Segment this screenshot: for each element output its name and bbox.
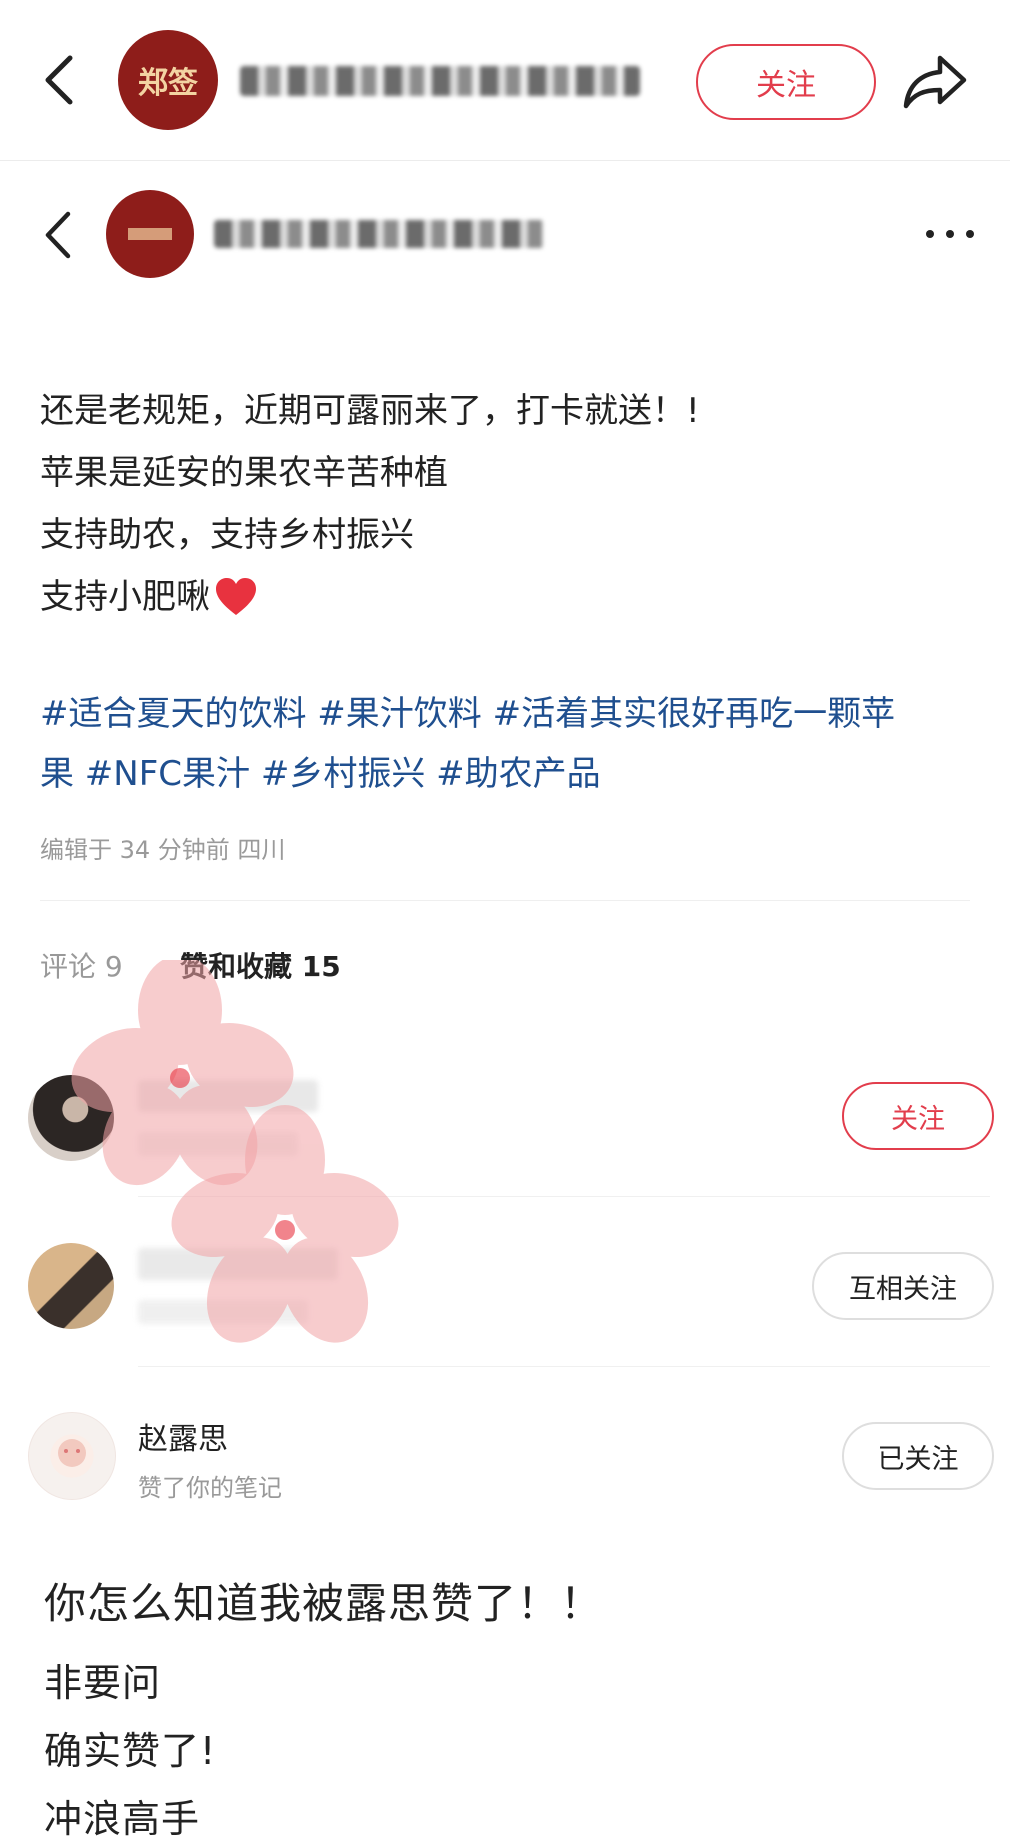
more-options-icon[interactable] bbox=[922, 222, 978, 246]
caption-answer: 冲浪高手 bbox=[44, 1797, 201, 1841]
brand-mark-icon bbox=[128, 228, 172, 240]
brand-avatar[interactable]: 郑签 bbox=[118, 30, 218, 130]
user-avatar[interactable] bbox=[28, 1075, 114, 1161]
row-divider bbox=[138, 1366, 990, 1367]
user-name[interactable]: 赵露思 bbox=[138, 1414, 228, 1458]
blurred-account-name bbox=[240, 66, 640, 96]
hashtag-line[interactable]: #适合夏天的饮料 #果汁饮料 #活着其实很好再吃一颗苹 bbox=[40, 684, 980, 744]
inner-back-button[interactable] bbox=[28, 205, 88, 265]
mutual-follow-button[interactable]: 互相关注 bbox=[812, 1252, 994, 1320]
tab-likes-and-favorites[interactable]: 赞和收藏 15 bbox=[180, 945, 341, 985]
post-line-with-heart: 支持小肥啾 bbox=[40, 566, 700, 628]
blossom-sticker-icon bbox=[71, 960, 399, 1343]
chevron-left-icon bbox=[45, 55, 73, 105]
inner-brand-avatar[interactable] bbox=[106, 190, 194, 278]
caption-answer: 确实赞了! bbox=[44, 1729, 217, 1773]
following-button-label: 已关注 bbox=[877, 1443, 959, 1475]
row-divider bbox=[138, 1196, 990, 1197]
avatar-illustration-icon bbox=[58, 1439, 86, 1467]
heart-icon bbox=[216, 578, 256, 615]
post-line: 支持助农，支持乡村振兴 bbox=[40, 515, 414, 555]
blurred-user-action bbox=[138, 1300, 308, 1324]
post-body: 还是老规矩，近期可露丽来了，打卡就送！! 苹果是延安的果农辛苦种植 支持助农，支… bbox=[40, 380, 700, 628]
blurred-user-name bbox=[138, 1080, 318, 1112]
blurred-inner-account-name bbox=[214, 220, 544, 248]
blurred-user-name bbox=[138, 1248, 338, 1280]
chevron-left-icon bbox=[45, 211, 71, 259]
edit-meta: 编辑于 34 分钟前 四川 bbox=[40, 836, 286, 864]
hashtag-line[interactable]: 果 #NFC果汁 #乡村振兴 #助农产品 bbox=[40, 744, 980, 804]
mutual-follow-button-label: 互相关注 bbox=[849, 1273, 957, 1305]
divider bbox=[40, 900, 970, 901]
follow-button[interactable]: 关注 bbox=[696, 44, 876, 120]
user-action: 赞了你的笔记 bbox=[138, 1474, 282, 1502]
hashtag-block[interactable]: #适合夏天的饮料 #果汁饮料 #活着其实很好再吃一颗苹 果 #NFC果汁 #乡村… bbox=[40, 684, 980, 804]
post-line: 还是老规矩，近期可露丽来了，打卡就送！! bbox=[40, 391, 700, 431]
post-line: 苹果是延安的果农辛苦种植 bbox=[40, 453, 448, 493]
following-button[interactable]: 已关注 bbox=[842, 1422, 994, 1490]
follow-user-button[interactable]: 关注 bbox=[842, 1082, 994, 1150]
caption-answer: 非要问 bbox=[44, 1661, 162, 1705]
back-button[interactable] bbox=[28, 50, 88, 110]
share-icon[interactable] bbox=[900, 50, 970, 112]
user-avatar[interactable] bbox=[28, 1412, 116, 1500]
follow-button-label: 关注 bbox=[756, 68, 816, 103]
brand-logo-text: 郑签 bbox=[138, 66, 198, 101]
post-line: 支持小肥啾 bbox=[40, 577, 210, 617]
follow-user-button-label: 关注 bbox=[891, 1103, 945, 1135]
blurred-user-action bbox=[138, 1132, 298, 1156]
caption-question: 你怎么知道我被露思赞了！！ bbox=[44, 1579, 604, 1628]
tab-comments[interactable]: 评论 9 bbox=[40, 945, 123, 985]
user-avatar[interactable] bbox=[28, 1243, 114, 1329]
